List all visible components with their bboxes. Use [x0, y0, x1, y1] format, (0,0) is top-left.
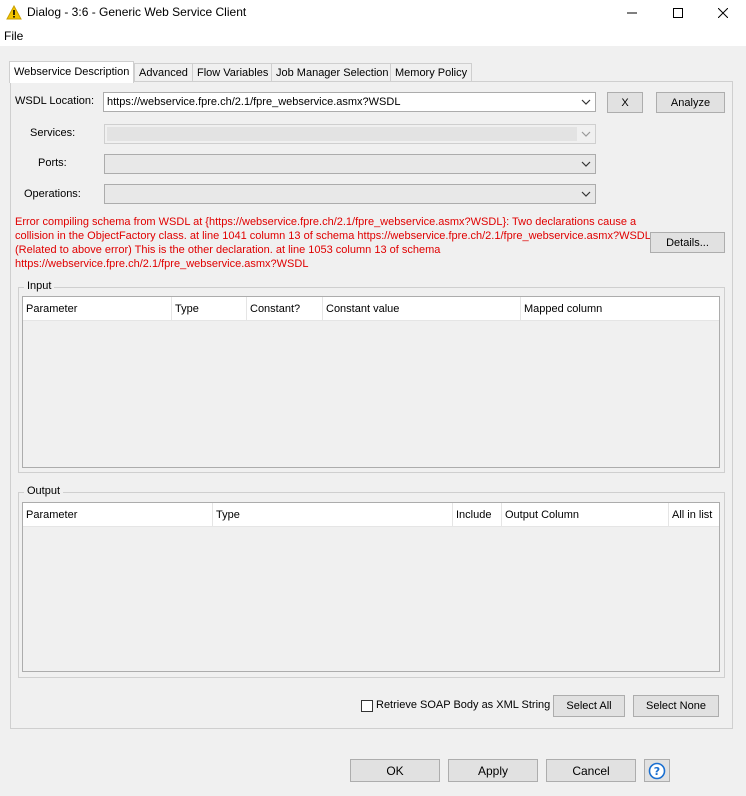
- input-col-type[interactable]: Type: [172, 297, 247, 321]
- ok-button[interactable]: OK: [350, 759, 440, 782]
- output-table[interactable]: Parameter Type Include Output Column All…: [22, 502, 720, 672]
- output-col-output-column[interactable]: Output Column: [502, 503, 669, 527]
- ports-label: Ports:: [38, 157, 67, 169]
- output-table-header: Parameter Type Include Output Column All…: [23, 503, 719, 527]
- error-line: Error compiling schema from WSDL at {htt…: [15, 216, 637, 228]
- output-group-title: Output: [24, 485, 64, 497]
- tab-flow-variables[interactable]: Flow Variables: [192, 63, 274, 83]
- error-line: collision in the ObjectFactory class. at…: [15, 230, 651, 242]
- help-icon: ?: [648, 762, 666, 779]
- error-message: Error compiling schema from WSDL at {htt…: [15, 215, 651, 271]
- close-button[interactable]: [700, 0, 746, 26]
- input-col-constant[interactable]: Constant?: [247, 297, 323, 321]
- title-bar: Dialog - 3:6 - Generic Web Service Clien…: [0, 0, 746, 26]
- window-title: Dialog - 3:6 - Generic Web Service Clien…: [27, 5, 247, 19]
- tab-memory-policy[interactable]: Memory Policy: [390, 63, 473, 83]
- warning-icon: [6, 5, 22, 20]
- select-none-button[interactable]: Select None: [633, 695, 719, 717]
- input-table[interactable]: Parameter Type Constant? Constant value …: [22, 296, 720, 468]
- input-table-header: Parameter Type Constant? Constant value …: [23, 297, 719, 321]
- tab-advanced[interactable]: Advanced: [134, 63, 193, 83]
- ports-select[interactable]: [104, 154, 596, 174]
- apply-button[interactable]: Apply: [448, 759, 538, 782]
- chevron-down-icon: [581, 131, 591, 137]
- menu-bar: File: [0, 26, 746, 46]
- svg-text:?: ?: [654, 765, 660, 778]
- clear-wsdl-button[interactable]: X: [607, 92, 643, 113]
- operations-label: Operations:: [24, 188, 81, 200]
- wsdl-location-value: https://webservice.fpre.ch/2.1/fpre_webs…: [107, 96, 401, 108]
- input-group-title: Input: [24, 280, 55, 292]
- maximize-icon: [673, 8, 683, 18]
- output-col-type[interactable]: Type: [213, 503, 453, 527]
- services-select[interactable]: [104, 124, 596, 144]
- chevron-down-icon[interactable]: [579, 95, 593, 109]
- chevron-down-icon: [581, 191, 591, 197]
- chevron-down-icon: [581, 161, 591, 167]
- output-col-all-in-list[interactable]: All in list: [669, 503, 719, 527]
- output-col-parameter[interactable]: Parameter: [23, 503, 213, 527]
- retrieve-soap-checkbox[interactable]: [361, 700, 373, 712]
- minimize-button[interactable]: [609, 0, 655, 26]
- operations-select[interactable]: [104, 184, 596, 204]
- maximize-button[interactable]: [655, 0, 701, 26]
- output-col-include[interactable]: Include: [453, 503, 502, 527]
- services-label: Services:: [30, 127, 76, 139]
- error-line: (Related to above error) This is the oth…: [15, 244, 441, 256]
- retrieve-soap-label: Retrieve SOAP Body as XML String: [376, 699, 551, 711]
- minimize-icon: [627, 12, 637, 14]
- cancel-button[interactable]: Cancel: [546, 759, 636, 782]
- help-button[interactable]: ?: [644, 759, 670, 782]
- analyze-button[interactable]: Analyze: [656, 92, 725, 113]
- close-icon: [718, 8, 728, 18]
- error-line: https://webservice.fpre.ch/2.1/fpre_webs…: [15, 258, 309, 270]
- tab-webservice-description[interactable]: Webservice Description: [9, 61, 135, 83]
- input-col-constant-value[interactable]: Constant value: [323, 297, 521, 321]
- input-col-mapped-column[interactable]: Mapped column: [521, 297, 719, 321]
- wsdl-location-label: WSDL Location:: [15, 95, 95, 107]
- menu-file[interactable]: File: [4, 29, 23, 43]
- tab-job-manager-selection[interactable]: Job Manager Selection: [271, 63, 394, 83]
- input-col-parameter[interactable]: Parameter: [23, 297, 172, 321]
- details-button[interactable]: Details...: [650, 232, 725, 253]
- wsdl-location-input[interactable]: https://webservice.fpre.ch/2.1/fpre_webs…: [103, 92, 596, 112]
- select-all-button[interactable]: Select All: [553, 695, 625, 717]
